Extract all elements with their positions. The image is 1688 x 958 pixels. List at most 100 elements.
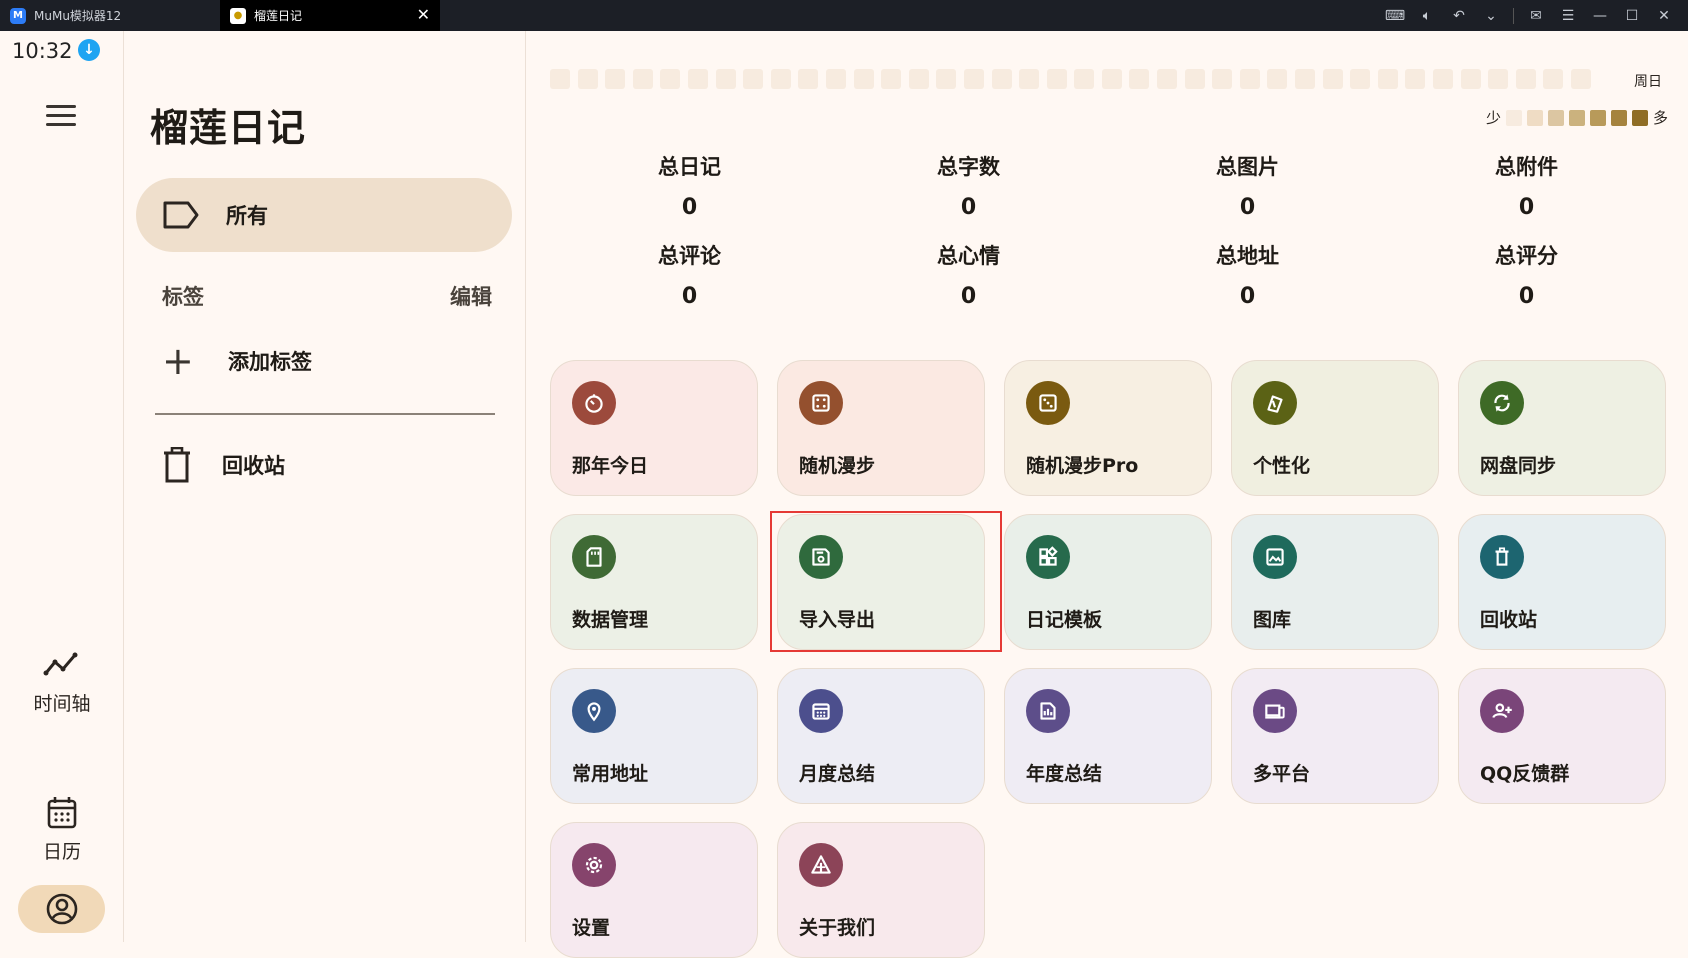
feature-card-label: 图库 <box>1253 609 1292 631</box>
feature-card-label: QQ反馈群 <box>1480 763 1570 785</box>
feature-card[interactable]: 多平台 <box>1231 668 1439 804</box>
heatmap-cell <box>853 69 874 89</box>
menu-icon[interactable]: ☰ <box>1552 8 1584 24</box>
stat-value: 0 <box>1239 195 1256 220</box>
plus-icon: + <box>162 339 194 383</box>
feature-card[interactable]: 网盘同步 <box>1458 360 1666 496</box>
volume-icon[interactable]: 🔈︎ <box>1411 8 1443 24</box>
stat-label: 总心情 <box>937 244 1000 268</box>
heatmap-cell <box>1074 69 1095 89</box>
feature-card-label: 日记模板 <box>1026 609 1103 631</box>
stats-grid: 总日记 0 总字数 0 总图片 0 总附件 0 总评论 0 总心情 0 总地址 0 总评分 0 <box>550 151 1666 309</box>
rail-item-calendar[interactable]: 日历 <box>0 795 124 864</box>
stat-value: 0 <box>681 195 698 220</box>
chevron-down-icon[interactable]: ⌄ <box>1475 8 1507 24</box>
feature-card-label: 月度总结 <box>799 763 876 785</box>
stat-value: 0 <box>960 284 977 309</box>
heatmap-cell <box>1405 69 1426 89</box>
tab-durian-diary[interactable]: ● 榴莲日记 ✕ <box>220 0 440 31</box>
heatmap-cell <box>881 69 902 89</box>
gear-icon <box>572 843 616 887</box>
stat-value: 0 <box>1518 284 1535 309</box>
feature-card[interactable]: 图库 <box>1231 514 1439 650</box>
heatmap-cell <box>1239 69 1260 89</box>
close-tab-icon[interactable]: ✕ <box>417 5 430 24</box>
stat-value: 0 <box>960 195 977 220</box>
heatmap-cell <box>1046 69 1067 89</box>
feature-card[interactable]: 常用地址 <box>550 668 758 804</box>
drawer-item-trash[interactable]: 回收站 <box>162 447 285 483</box>
tab-mumu[interactable]: M MuMu模拟器12 <box>0 0 220 31</box>
minimize-icon[interactable]: — <box>1584 8 1616 24</box>
app-title: 榴莲日记 <box>150 106 307 150</box>
heatmap-cell <box>1157 69 1178 89</box>
download-icon: ↓ <box>78 39 100 61</box>
rail-label: 时间轴 <box>33 693 91 715</box>
palette-icon <box>1253 381 1297 425</box>
heatmap-cell <box>908 69 929 89</box>
trash-icon <box>164 447 190 483</box>
heatmap-cell <box>605 69 626 89</box>
back-icon[interactable]: ↶ <box>1443 8 1475 24</box>
heatmap-cell <box>1488 69 1509 89</box>
stat-value: 0 <box>1518 195 1535 220</box>
heatmap-cell <box>715 69 736 89</box>
close-window-icon[interactable]: ✕ <box>1648 8 1680 24</box>
activity-heatmap <box>550 69 1591 89</box>
feature-card[interactable]: 个性化 <box>1231 360 1439 496</box>
tags-header: 标签 编辑 <box>162 281 492 311</box>
mumu-logo-icon: M <box>10 7 26 24</box>
save-icon <box>799 535 843 579</box>
heatmap-cell <box>1515 69 1536 89</box>
heatmap-cell <box>1019 69 1040 89</box>
feature-card[interactable]: 导入导出 <box>777 514 985 650</box>
heatmap-cell <box>1433 69 1453 89</box>
feature-card[interactable]: 数据管理 <box>550 514 758 650</box>
feature-card-label: 数据管理 <box>572 609 649 631</box>
rail-item-profile[interactable] <box>18 885 105 933</box>
heatmap-cell <box>743 69 764 89</box>
feature-card[interactable]: 月度总结 <box>777 668 985 804</box>
timeline-icon <box>43 652 78 676</box>
feature-card-label: 那年今日 <box>572 455 649 477</box>
stat-label: 总附件 <box>1495 155 1558 179</box>
feature-card[interactable]: 回收站 <box>1458 514 1666 650</box>
heatmap-cell <box>577 69 598 89</box>
edit-tags-button[interactable]: 编辑 <box>450 281 492 311</box>
heatmap-cell <box>825 69 846 89</box>
drawer-item-label: 回收站 <box>222 454 285 478</box>
feature-card-label: 年度总结 <box>1026 763 1103 785</box>
feature-card[interactable]: 关于我们 <box>777 822 985 958</box>
add-tag-button[interactable]: + 添加标签 <box>162 339 312 383</box>
legend-swatch <box>1610 109 1627 126</box>
heatmap-cell <box>1129 69 1150 89</box>
feature-card[interactable]: 那年今日 <box>550 360 758 496</box>
feature-card-label: 常用地址 <box>572 763 649 785</box>
heatmap-cell <box>660 69 681 89</box>
rail-label: 日历 <box>42 841 81 863</box>
widgets-icon <box>1026 535 1070 579</box>
rail-item-timeline[interactable]: 时间轴 <box>0 647 124 716</box>
main-content: 周日 少 多 总日记 0 总字数 0 总图片 0 总附件 0 总评论 0 总心情 0 总地址… <box>526 31 1688 958</box>
feature-card[interactable]: 随机漫步Pro <box>1004 360 1212 496</box>
timer-icon <box>572 381 616 425</box>
group-add-icon <box>1480 689 1524 733</box>
feature-card[interactable]: 随机漫步 <box>777 360 985 496</box>
keyboard-icon[interactable]: ⌨ <box>1379 8 1411 24</box>
feature-card[interactable]: 年度总结 <box>1004 668 1212 804</box>
heatmap-cell <box>1295 69 1316 89</box>
tags-title: 标签 <box>162 285 204 309</box>
dice-pro-icon <box>1026 381 1070 425</box>
feature-card[interactable]: QQ反馈群 <box>1458 668 1666 804</box>
calendar-month-icon <box>799 689 843 733</box>
mail-icon[interactable]: ✉ <box>1520 8 1552 24</box>
stat-total-words: 总字数 0 <box>829 151 1108 220</box>
window-controls: ⌨ 🔈︎ ↶ ⌄ ✉ ☰ — ☐ ✕ <box>1379 0 1688 31</box>
feature-card[interactable]: 设置 <box>550 822 758 958</box>
legend-swatch <box>1526 109 1543 126</box>
stat-label: 总评分 <box>1495 244 1558 268</box>
maximize-icon[interactable]: ☐ <box>1616 8 1648 24</box>
feature-card[interactable]: 日记模板 <box>1004 514 1212 650</box>
drawer-item-all[interactable]: 所有 <box>136 178 512 252</box>
hamburger-menu-icon[interactable] <box>46 105 76 127</box>
